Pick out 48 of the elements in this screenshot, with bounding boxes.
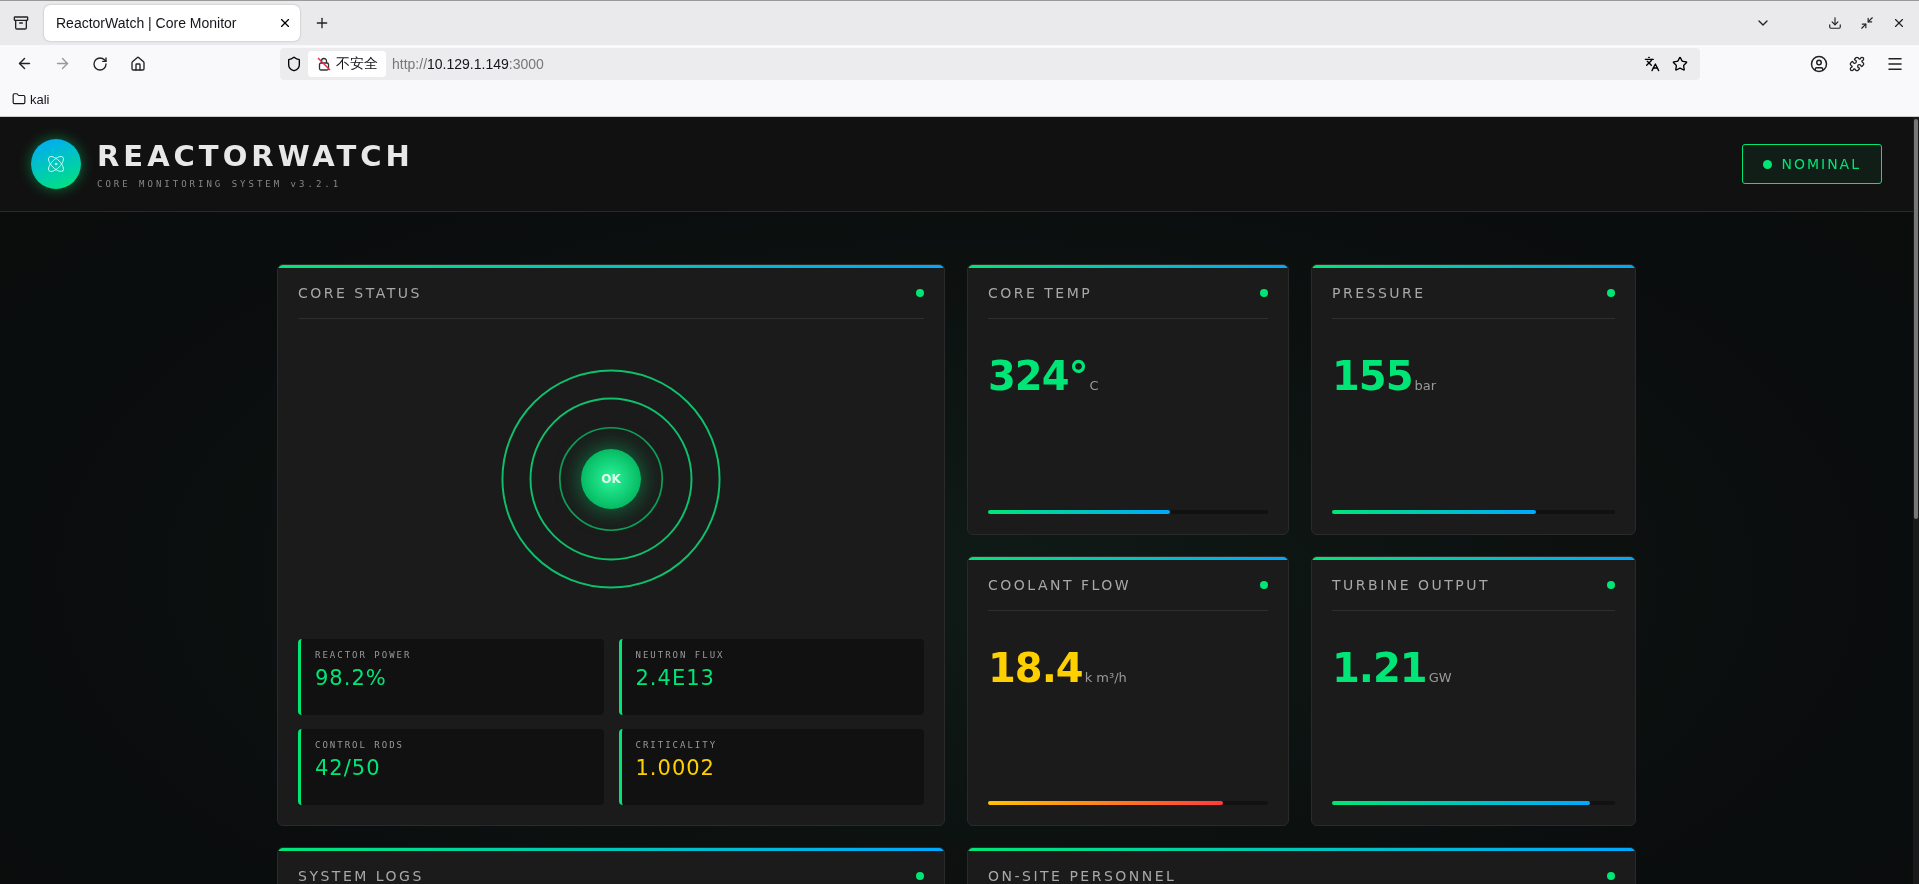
metric-unit: GW [1428, 670, 1452, 685]
metric-unit: C [1089, 378, 1099, 393]
status-dot [1607, 289, 1615, 297]
card-title: TURBINE OUTPUT [1332, 577, 1491, 593]
status-dot [916, 872, 924, 880]
card-title: COOLANT FLOW [988, 577, 1132, 593]
folder-icon [12, 92, 26, 106]
status-dot [1607, 872, 1615, 880]
status-dot [1260, 581, 1268, 589]
stat-value: 42/50 [315, 756, 381, 780]
crossed-lock-icon [316, 55, 332, 72]
metric-value: 155 [1332, 353, 1413, 399]
address-bar[interactable]: 不安全 http://10.129.1.149:3000 [280, 47, 1700, 80]
browser-tab[interactable]: ReactorWatch | Core Monitor [44, 5, 300, 41]
stat-value: 2.4E13 [635, 666, 715, 690]
app-subtitle: CORE MONITORING SYSTEM v3.2.1 [97, 179, 343, 189]
card-title: CORE STATUS [298, 285, 422, 301]
metric-unit: k m³/h [1084, 670, 1127, 685]
status-badge: NOMINAL [1742, 144, 1882, 184]
card-title: SYSTEM LOGS [298, 868, 424, 884]
metric-value: 1.21 [1332, 645, 1427, 691]
stat-label: REACTOR POWER [315, 650, 413, 660]
status-dot [1260, 289, 1268, 297]
stat-label: CRITICALITY [635, 740, 719, 750]
url-text: http://10.129.1.149:3000 [392, 55, 545, 72]
card-title: ON-SITE PERSONNEL [988, 868, 1177, 884]
scrollbar[interactable] [1913, 117, 1919, 884]
metric-unit: bar [1414, 378, 1437, 393]
stat-value: 1.0002 [635, 756, 715, 780]
atom-logo-icon [31, 139, 81, 189]
stat-label: CONTROL RODS [315, 740, 406, 750]
bookmark-link[interactable]: kali [12, 91, 50, 107]
card-title: PRESSURE [1332, 285, 1426, 301]
app-title: REACTORWATCH [97, 139, 414, 173]
shield-icon [286, 55, 302, 72]
tab-title: ReactorWatch | Core Monitor [56, 15, 238, 31]
translate-icon[interactable] [1644, 55, 1660, 72]
status-dot [1607, 581, 1615, 589]
stat-label: NEUTRON FLUX [635, 650, 726, 660]
metric-value: 18.4 [988, 645, 1083, 691]
stat-value: 98.2% [315, 666, 387, 690]
core-indicator: OK [581, 449, 641, 509]
card-title: CORE TEMP [988, 285, 1093, 301]
security-badge[interactable]: 不安全 [308, 50, 386, 77]
metric-value: 324° [988, 353, 1088, 399]
close-icon[interactable] [278, 16, 292, 30]
status-dot [916, 289, 924, 297]
star-icon[interactable] [1672, 55, 1688, 72]
